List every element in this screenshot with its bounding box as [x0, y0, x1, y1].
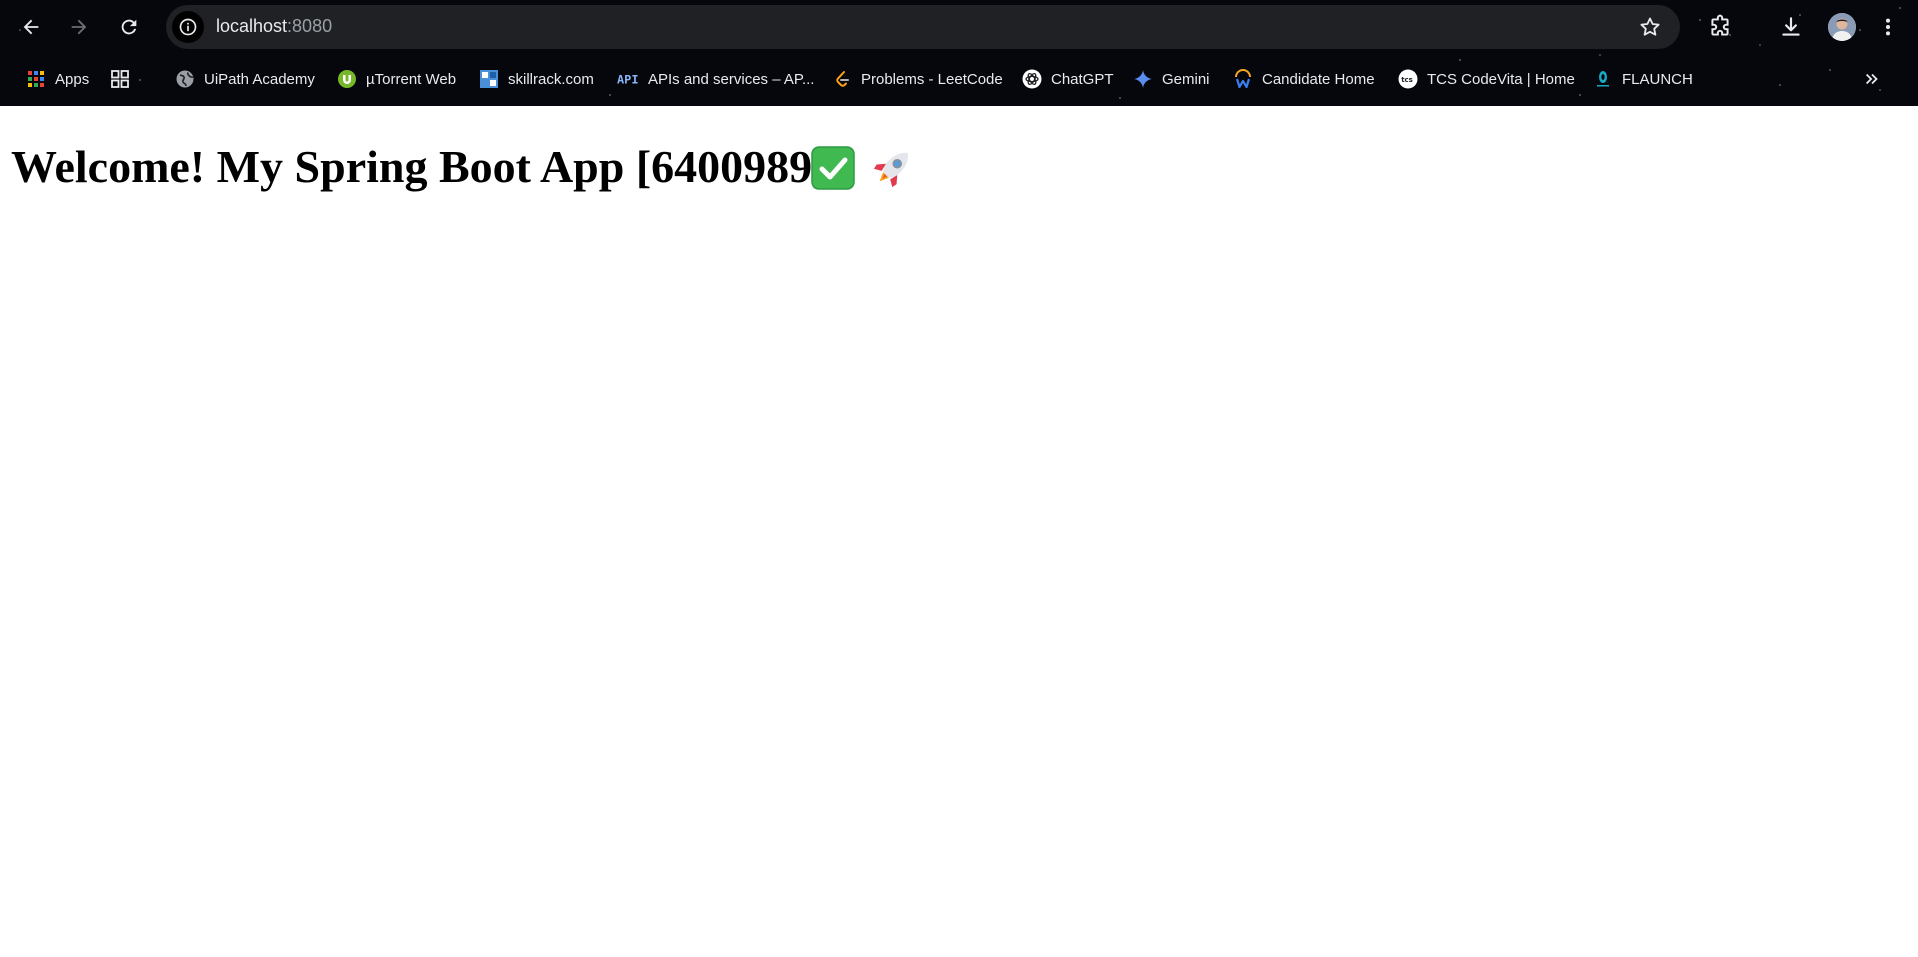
- bookmark-label: FLAUNCH: [1622, 70, 1693, 88]
- bookmark-uipath-academy[interactable]: UiPath Academy: [175, 62, 315, 96]
- bookmark-gemini[interactable]: Gemini: [1133, 62, 1210, 96]
- bookmarks-bar: Apps UiPath Academy µTorrent Web skillra…: [0, 62, 1918, 96]
- bookmark-utorrent-web[interactable]: µTorrent Web: [337, 62, 456, 96]
- leetcode-icon: [832, 69, 852, 89]
- downloads-button[interactable]: [1776, 12, 1806, 42]
- skillrack-icon: [479, 69, 499, 89]
- extensions-button[interactable]: [1705, 12, 1735, 42]
- rocket-icon: [873, 152, 909, 188]
- bookmark-flaunch[interactable]: FLAUNCH: [1593, 62, 1693, 96]
- tab-groups-icon: [110, 69, 130, 89]
- bookmark-label: Apps: [55, 70, 90, 88]
- reload-button[interactable]: [111, 9, 147, 45]
- gemini-sparkle-icon: [1133, 69, 1153, 89]
- bookmark-label: µTorrent Web: [366, 70, 457, 88]
- svg-text:tcs: tcs: [1401, 76, 1413, 84]
- page-heading: Welcome! My Spring Boot App [6400989]: [11, 141, 828, 192]
- back-arrow-icon: [23, 19, 39, 35]
- reload-icon: [121, 19, 137, 35]
- back-button[interactable]: [13, 9, 49, 45]
- bookmark-label: TCS CodeVita | Home: [1427, 70, 1575, 88]
- more-vertical-icon: [1885, 18, 1891, 36]
- bookmark-label: APIs and services – AP...: [648, 70, 815, 88]
- bookmark-candidate-home[interactable]: Candidate Home: [1233, 62, 1375, 96]
- utorrent-icon: [337, 69, 357, 89]
- bookmark-leetcode[interactable]: Problems - LeetCode: [832, 62, 1003, 96]
- forward-arrow-icon: [71, 19, 87, 35]
- url-host: localhost: [216, 16, 288, 36]
- browser-menu-button[interactable]: [1878, 12, 1898, 42]
- tcs-icon: tcs: [1398, 69, 1418, 89]
- double-chevron-right-icon: [1865, 73, 1878, 85]
- apps-grid-icon: [26, 69, 46, 89]
- profile-avatar[interactable]: [1828, 13, 1856, 41]
- check-mark-button-icon: [811, 146, 855, 190]
- globe-icon: [175, 69, 195, 89]
- puzzle-extension-icon: [1711, 14, 1729, 36]
- bookmark-skillrack[interactable]: skillrack.com: [479, 62, 594, 96]
- bookmark-label: ChatGPT: [1051, 70, 1114, 88]
- bookmark-label: Candidate Home: [1262, 70, 1375, 88]
- bookmark-label: Problems - LeetCode: [861, 70, 1003, 88]
- url-text[interactable]: localhost:8080: [216, 16, 332, 37]
- flaunch-icon: [1593, 69, 1613, 89]
- bookmark-label: Gemini: [1162, 70, 1210, 88]
- forward-button[interactable]: [61, 9, 97, 45]
- bookmark-chatgpt[interactable]: ChatGPT: [1022, 62, 1114, 96]
- chatgpt-icon: [1022, 69, 1042, 89]
- bookmark-tab-groups[interactable]: [110, 62, 139, 96]
- bookmark-apps[interactable]: Apps: [26, 62, 89, 96]
- svg-text:API: API: [617, 73, 639, 87]
- page-content: Welcome! My Spring Boot App [6400989]: [0, 106, 1918, 957]
- browser-chrome: localhost:8080 Apps UiPath Academy µTorr…: [0, 0, 1918, 106]
- avatar-image: [1828, 13, 1856, 41]
- download-icon: [1782, 17, 1800, 36]
- info-icon: [179, 18, 197, 36]
- bookmark-tcs-codevita[interactable]: tcs TCS CodeVita | Home: [1398, 62, 1575, 96]
- browser-toolbar: localhost:8080: [0, 0, 1918, 54]
- bookmark-star-icon[interactable]: [1638, 15, 1662, 39]
- url-port: :8080: [287, 16, 333, 36]
- bookmark-apis-services[interactable]: API APIs and services – AP...: [617, 62, 814, 96]
- api-icon: API: [617, 69, 639, 89]
- site-info-button[interactable]: [172, 11, 204, 43]
- bookmarks-overflow-button[interactable]: [1860, 62, 1884, 96]
- address-bar[interactable]: localhost:8080: [166, 5, 1680, 49]
- bookmark-label: UiPath Academy: [204, 70, 315, 88]
- workday-icon: [1233, 69, 1253, 89]
- bookmark-label: skillrack.com: [508, 70, 594, 88]
